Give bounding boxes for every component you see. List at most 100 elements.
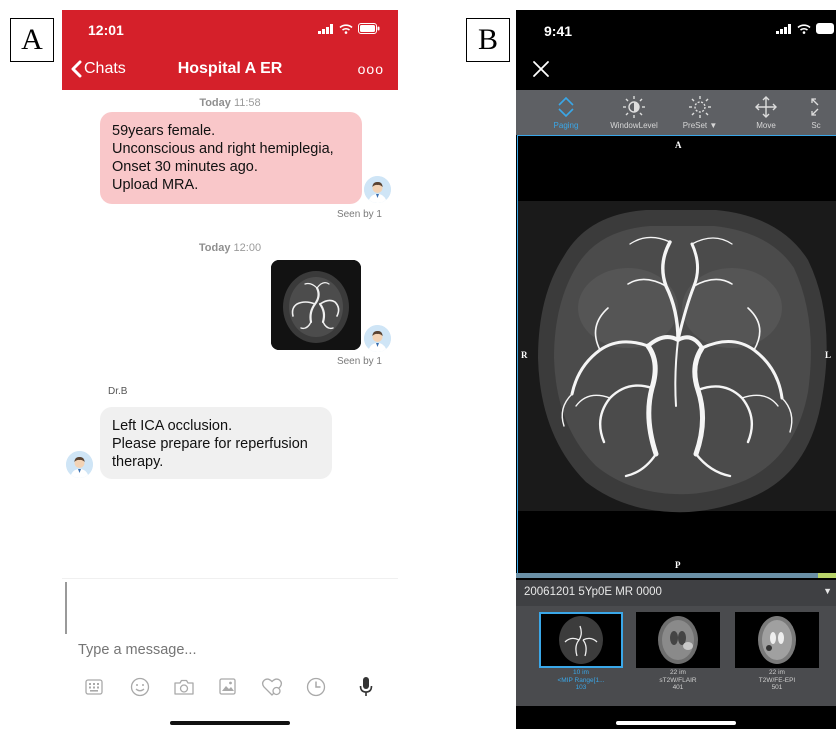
tool-label: Move — [756, 121, 776, 130]
series-number: 401 — [672, 684, 684, 691]
chevron-left-icon — [71, 60, 82, 78]
orientation-left: R — [521, 350, 528, 360]
more-options-button[interactable]: ooo — [358, 61, 384, 77]
text-cursor — [65, 582, 67, 634]
series-header[interactable]: 20061201 5Yp0E MR 0000 ▼ — [516, 580, 836, 606]
message-line: Onset 30 minutes ago. — [112, 159, 258, 175]
status-time: 12:01 — [88, 22, 124, 38]
timestamp: Today 11:58 — [62, 97, 398, 109]
fe-epi-thumbnail — [735, 612, 819, 668]
timestamp-time: 12:00 — [233, 242, 262, 254]
message-input[interactable] — [78, 642, 328, 658]
incoming-message[interactable]: Left ICA occlusion. Please prepare for r… — [100, 407, 332, 479]
orientation-top: A — [675, 140, 682, 150]
tool-label: WindowLevel — [610, 121, 658, 130]
series-count: 10 im — [573, 669, 589, 676]
home-indicator[interactable] — [170, 721, 290, 725]
clock-icon[interactable] — [304, 675, 328, 699]
mra-image-message[interactable] — [271, 260, 361, 350]
doctor-avatar[interactable] — [364, 176, 391, 203]
image-scrollbar[interactable] — [516, 573, 836, 578]
sender-name: Dr.B — [108, 386, 128, 397]
tool-label: PreSet ▼ — [682, 121, 718, 130]
series-number: 103 — [575, 684, 587, 691]
seen-indicator: Seen by 1 — [336, 356, 382, 367]
panel-label-b: B — [466, 18, 510, 62]
orientation-bottom: P — [675, 560, 681, 570]
wifi-icon — [339, 23, 353, 34]
panel-label-a: A — [10, 18, 54, 62]
doctor-avatar-icon — [364, 325, 391, 352]
status-icons — [318, 23, 380, 34]
doctor-avatar[interactable] — [364, 325, 391, 352]
scale-icon — [796, 93, 836, 121]
mip-thumbnail — [541, 614, 621, 666]
image-viewport[interactable]: A P R L — [517, 135, 836, 575]
window-level-icon — [602, 93, 666, 121]
back-label: Chats — [84, 60, 126, 77]
battery-icon — [358, 23, 380, 34]
doctor-avatar-icon — [364, 176, 391, 203]
series-description: <MIP Range[1... — [557, 676, 605, 684]
close-icon[interactable] — [532, 60, 550, 78]
gallery-icon[interactable] — [216, 675, 240, 699]
microphone-icon[interactable] — [354, 675, 378, 699]
camera-icon[interactable] — [172, 675, 196, 699]
sender-avatar[interactable] — [66, 451, 93, 478]
message-line: 59years female. — [112, 123, 216, 139]
sticker-icon[interactable] — [260, 675, 284, 699]
series-thumbnail[interactable] — [636, 612, 720, 668]
tool-window-level[interactable]: WindowLevel — [602, 93, 666, 130]
tool-move[interactable]: Move — [734, 93, 798, 130]
image-scrollbar-thumb[interactable] — [818, 573, 836, 578]
orientation-right: L — [825, 350, 832, 360]
timestamp-day: Today — [199, 97, 231, 109]
message-line: Left ICA occlusion. — [112, 418, 233, 434]
timestamp: Today 12:00 — [62, 242, 398, 254]
series-count: 22 im — [670, 669, 686, 676]
mra-mip-image — [518, 136, 836, 574]
tool-label: Paging — [553, 121, 579, 130]
home-indicator[interactable] — [616, 721, 736, 725]
viewer-toolbar: Paging WindowLevel PreSet ▼ Move Sc — [516, 90, 836, 135]
series-thumbnails: 10 im <MIP Range[1... 103 22 im sT2W/FLA… — [516, 606, 836, 706]
series-thumbnail[interactable] — [735, 612, 819, 668]
tool-paging[interactable]: Paging — [534, 93, 598, 130]
keyboard-icon[interactable] — [82, 675, 106, 699]
message-line: Upload MRA. — [112, 177, 199, 193]
status-time: 9:41 — [544, 23, 573, 39]
message-line: Please prepare for reperfusion — [112, 436, 308, 452]
timestamp-time: 11:58 — [233, 97, 261, 109]
paging-icon — [534, 93, 598, 121]
status-icons — [776, 23, 834, 34]
signal-icon — [776, 23, 791, 34]
mra-thumbnail — [271, 260, 361, 350]
tool-label: Sc — [811, 121, 821, 130]
tool-scale[interactable]: Sc — [796, 93, 836, 130]
preset-icon — [668, 93, 732, 121]
series-title: 20061201 5Yp0E MR 0000 — [524, 586, 662, 598]
timestamp-day: Today — [198, 242, 231, 254]
flair-thumbnail — [636, 612, 720, 668]
signal-icon — [318, 23, 333, 34]
message-line: Unconscious and right hemiplegia, — [112, 141, 334, 157]
wifi-icon — [797, 23, 811, 34]
composer-toolbar — [62, 675, 398, 699]
caret-down-icon: ▼ — [823, 586, 832, 596]
series-description: T2W/FE-EPI — [758, 676, 796, 684]
tool-preset[interactable]: PreSet ▼ — [668, 93, 732, 130]
seen-indicator: Seen by 1 — [336, 209, 382, 220]
battery-icon — [816, 23, 834, 34]
series-count: 22 im — [769, 669, 785, 676]
back-button[interactable]: Chats — [70, 60, 126, 78]
composer-area[interactable] — [62, 578, 398, 634]
series-thumbnail[interactable] — [539, 612, 623, 668]
series-caption: 22 im T2W/FE-EPI 501 — [731, 669, 823, 692]
doctor-avatar-icon — [66, 451, 93, 478]
series-number: 501 — [771, 684, 783, 691]
move-icon — [734, 93, 798, 121]
series-caption: 22 im sT2W/FLAIR 401 — [632, 669, 724, 692]
emoji-icon[interactable] — [128, 675, 152, 699]
image-viewer-screen: 9:41 Paging WindowLevel PreSet ▼ Move Sc — [516, 10, 836, 729]
outgoing-message[interactable]: 59years female. Unconscious and right he… — [100, 112, 362, 204]
